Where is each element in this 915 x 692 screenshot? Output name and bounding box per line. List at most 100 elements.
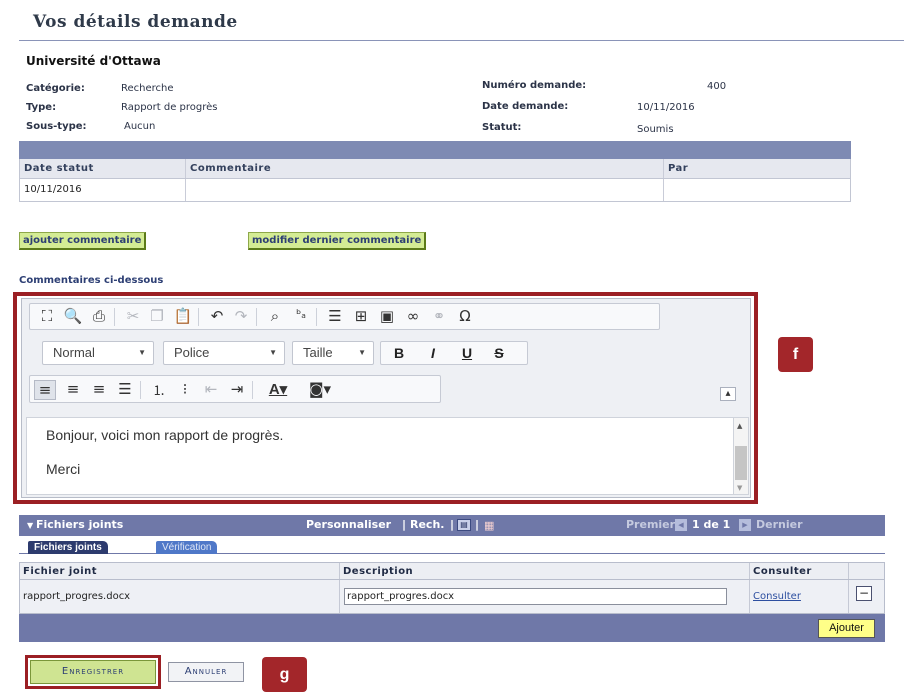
status-value: Soumis [637, 124, 674, 135]
attachments-column-header: Fichier joint Description Consulter [19, 562, 885, 580]
col-attached-file: Fichier joint [20, 563, 340, 579]
numbered-list-icon[interactable]: ⒈ [148, 380, 170, 399]
description-input[interactable]: rapport_progres.docx [344, 588, 727, 605]
expand-icon[interactable]: ▼ [27, 521, 36, 530]
view-link[interactable]: Consulter [753, 591, 801, 602]
undo-icon[interactable]: ↶ [206, 307, 228, 325]
status-label: Statut: [482, 122, 522, 133]
add-button[interactable]: Ajouter [818, 619, 875, 638]
chevron-down-icon: ▼ [138, 348, 146, 357]
add-comment-button[interactable]: ajouter commentaire [19, 232, 147, 250]
toolbar-row-3: ≡ ≡ ≡ ☰ ⒈ ⁝ ⇤ ⇥ A▾ ◙▾ [29, 375, 441, 403]
attachments-tabs: Fichiers joints Vérification [19, 536, 885, 554]
page-info: 1 de 1 [692, 518, 731, 531]
special-char-icon[interactable]: Ω [454, 307, 476, 325]
strikethrough-button[interactable]: S [489, 345, 509, 361]
align-left-icon[interactable]: ≡ [34, 380, 56, 400]
link-icon[interactable]: ∞ [402, 307, 424, 325]
category-value: Recherche [121, 83, 174, 94]
request-number-value: 400 [707, 81, 727, 92]
cancel-button[interactable]: Annuler [168, 662, 244, 682]
personalize-link[interactable]: Personnaliser [306, 518, 391, 531]
bold-button[interactable]: B [389, 345, 409, 361]
editor-line-1: Bonjour, voici mon rapport de progrès. [46, 427, 284, 443]
scrollbar-thumb[interactable] [735, 446, 747, 480]
format-select-value: Normal [53, 345, 95, 360]
format-buttons-group: B I U S [380, 341, 528, 365]
replace-icon[interactable]: ᵇₐ [290, 307, 312, 321]
comment-cell [186, 179, 664, 201]
copy-icon[interactable]: ❐ [146, 307, 168, 325]
tab-verification[interactable]: Vérification [156, 541, 218, 554]
table-icon[interactable]: ⊞ [350, 307, 372, 325]
align-justify-icon[interactable]: ☰ [114, 380, 136, 398]
cancel-button-label: Annuler [184, 666, 228, 677]
scroll-up-icon[interactable]: ▲ [737, 422, 742, 430]
underline-button[interactable]: U [457, 345, 477, 361]
redo-icon[interactable]: ↷ [230, 307, 252, 325]
font-select[interactable]: Police ▼ [163, 341, 285, 365]
next-icon[interactable]: ▶ [739, 519, 751, 531]
col-status-date: Date statut [20, 159, 186, 178]
editor-content[interactable]: Bonjour, voici mon rapport de progrès. M… [26, 417, 734, 495]
description-cell: rapport_progres.docx [340, 580, 750, 613]
previous-icon[interactable]: ◀ [675, 519, 687, 531]
attachments-title: Fichiers joints [35, 518, 124, 531]
search-link[interactable]: Rech. [410, 518, 444, 531]
align-center-icon[interactable]: ≡ [62, 380, 84, 398]
preview-icon[interactable]: 🔍 [62, 307, 84, 325]
font-select-value: Police [174, 345, 210, 360]
tab-attachments[interactable]: Fichiers joints [28, 541, 108, 554]
rich-text-editor: ⛶ 🔍 ⎙ ✂ ❐ 📋 ↶ ↷ ⌕ ᵇₐ ☰ ⊞ ▣ ∞ ⚭ Ω Normal … [21, 298, 751, 498]
edit-last-comment-button[interactable]: modifier dernier commentaire [248, 232, 427, 250]
table-row: 10/11/2016 [19, 179, 851, 202]
background-color-icon[interactable]: ◙▾ [302, 380, 338, 398]
attachments-title-wrap: ▼ Fichiers joints [27, 518, 123, 531]
outdent-icon[interactable]: ⇤ [200, 380, 222, 398]
attachments-header: ▼ Fichiers joints Personnaliser | Rech. … [19, 515, 885, 536]
status-grid-band [19, 141, 851, 159]
align-right-icon[interactable]: ≡ [88, 380, 110, 398]
unlink-icon[interactable]: ⚭ [428, 307, 450, 325]
organization-name: Université d'Ottawa [26, 54, 161, 68]
by-cell [664, 179, 852, 201]
text-color-icon[interactable]: A▾ [260, 380, 296, 398]
editor-scrollbar[interactable]: ▲ ▼ [734, 417, 749, 495]
size-select-value: Taille [303, 345, 333, 360]
view-cell: Consulter [750, 580, 849, 613]
first-link[interactable]: Premier [626, 518, 675, 531]
chevron-down-icon: ▼ [358, 348, 366, 357]
chevron-down-icon: ▼ [269, 348, 277, 357]
col-comment: Commentaire [186, 159, 664, 178]
save-button[interactable]: Enregistrer [30, 660, 156, 684]
image-icon[interactable]: ▣ [376, 307, 398, 325]
scroll-down-icon[interactable]: ▼ [737, 484, 742, 492]
separator: | [475, 518, 480, 531]
view-all-icon[interactable]: ▤ [457, 519, 471, 531]
size-select[interactable]: Taille ▼ [292, 341, 374, 365]
grid-icon[interactable]: ▦ [484, 519, 494, 532]
print-icon[interactable]: ⎙ [88, 307, 110, 325]
subtype-label: Sous-type: [26, 121, 87, 132]
collapse-toolbar-icon[interactable]: ▴ [720, 387, 736, 401]
cut-icon[interactable]: ✂ [122, 307, 144, 325]
horizontal-line-icon[interactable]: ☰ [324, 307, 346, 325]
callout-f: f [778, 337, 813, 372]
italic-button[interactable]: I [423, 345, 443, 361]
request-date-value: 10/11/2016 [637, 102, 695, 113]
status-date-cell: 10/11/2016 [20, 179, 186, 201]
maximize-icon[interactable]: ⛶ [36, 307, 58, 325]
paste-icon[interactable]: 📋 [172, 307, 194, 325]
last-link[interactable]: Dernier [756, 518, 803, 531]
bullet-list-icon[interactable]: ⁝ [174, 380, 196, 398]
status-grid-header: Date statut Commentaire Par [19, 159, 851, 179]
callout-g: g [262, 657, 307, 692]
format-select[interactable]: Normal ▼ [42, 341, 154, 365]
category-label: Catégorie: [26, 83, 85, 94]
delete-row-button[interactable]: − [856, 586, 872, 601]
indent-icon[interactable]: ⇥ [226, 380, 248, 398]
subtype-value: Aucun [124, 121, 156, 132]
toolbar-row-1: ⛶ 🔍 ⎙ ✂ ❐ 📋 ↶ ↷ ⌕ ᵇₐ ☰ ⊞ ▣ ∞ ⚭ Ω [29, 303, 660, 330]
attachments-footer [19, 614, 885, 642]
find-icon[interactable]: ⌕ [264, 307, 286, 325]
